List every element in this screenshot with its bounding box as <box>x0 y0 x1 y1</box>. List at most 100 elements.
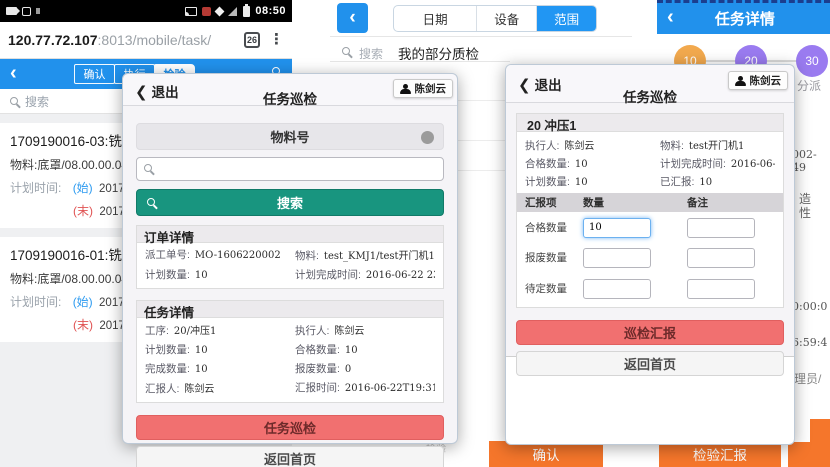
user-name: 陈剑云 <box>415 81 447 96</box>
overflow-menu-icon[interactable]: ⋮ <box>269 32 284 48</box>
task-inspection-button[interactable]: 任务巡检 <box>136 415 444 440</box>
background-text-fragment: 0:00:0 <box>792 300 827 313</box>
videocam-icon <box>6 7 17 15</box>
plan-time-label: 计划时间: <box>10 295 61 309</box>
search-icon[interactable] <box>342 47 350 55</box>
table-row: 合格数量 <box>517 212 783 243</box>
back-icon[interactable]: ‹ <box>10 63 17 83</box>
scrap-note-input[interactable] <box>687 248 755 268</box>
step-caption: 分派 <box>797 77 821 94</box>
search-button[interactable]: 搜索 <box>136 189 444 216</box>
field-value: 10 <box>195 364 208 375</box>
field-value: 10 <box>195 345 208 356</box>
column-header: 汇报项 <box>525 195 583 210</box>
material-search-input[interactable] <box>136 157 444 181</box>
field-label: 计划完成时间: <box>660 158 726 170</box>
qualified-quantity-input[interactable] <box>583 218 651 238</box>
search-icon <box>147 198 155 206</box>
page-title: 任务详情 <box>715 8 789 29</box>
field-label: 计划完成时间: <box>295 269 361 281</box>
row-label: 待定数量 <box>525 281 583 296</box>
right-app-header: ‹ 任务详情 <box>657 0 830 34</box>
vpn-icon <box>215 6 225 16</box>
filter-option-my-partial-inspection[interactable]: 我的部分质检 <box>398 43 479 63</box>
field-label: 物料: <box>295 250 319 262</box>
start-tag: (始) <box>73 181 93 195</box>
scrap-quantity-input[interactable] <box>583 248 651 268</box>
tab-confirm[interactable]: 确认 <box>74 64 115 84</box>
pending-note-input[interactable] <box>687 279 755 299</box>
field-label: 合格数量: <box>525 158 570 170</box>
end-tag: (末) <box>73 204 93 218</box>
inspection-report-button[interactable]: 巡检汇报 <box>516 320 784 345</box>
background-text-fragment: 002-49 <box>792 148 830 174</box>
screenshot-canvas: 08:50 120.77.72.107 :8013/mobile/task/ 2… <box>0 0 830 467</box>
qualified-note-input[interactable] <box>687 218 755 238</box>
url-host[interactable]: 120.77.72.107 <box>8 32 98 48</box>
partial-orange-button[interactable] <box>788 442 830 467</box>
field-value: 2016-06-22 <box>731 159 775 170</box>
field-value: 2016-06-22T19:31:38 <box>345 383 435 394</box>
workflow-step-30[interactable]: 30 <box>796 45 828 77</box>
field-value: MO-1606220002 <box>195 250 281 261</box>
divider <box>330 36 632 37</box>
status-time: 08:50 <box>255 5 286 17</box>
task-inspection-dialog: ❮退出 任务巡检 陈剑云 物料号 搜索 订单详情 <box>122 73 458 444</box>
search-placeholder: 搜索 <box>25 93 49 110</box>
notification-icon <box>36 8 40 14</box>
field-label: 执行人: <box>295 325 329 337</box>
column-header: 数量 <box>583 195 687 210</box>
report-table-header: 汇报项 数量 备注 <box>517 193 783 212</box>
field-value: test开门机1 <box>689 141 744 152</box>
field-label: 执行人: <box>525 140 559 152</box>
browser-url-bar[interactable]: 120.77.72.107 :8013/mobile/task/ 26 ⋮ <box>0 22 292 59</box>
field-label: 汇报时间: <box>295 382 340 394</box>
dialog-header: ❮退出 任务巡检 陈剑云 <box>506 65 794 103</box>
field-value: test_KMJ1/test开门机1 <box>324 251 435 262</box>
inspection-report-dialog: ❮退出 任务巡检 陈剑云 20 冲压1 执行人:陈剑云 物料:test开门机1 … <box>505 64 795 445</box>
return-home-button[interactable]: 返回首页 <box>516 351 784 376</box>
signal-icon <box>228 7 237 16</box>
field-label: 计划数量: <box>145 344 190 356</box>
divider <box>330 61 510 62</box>
android-status-bar: 08:50 <box>0 0 292 22</box>
field-label: 物料: <box>660 140 684 152</box>
user-name: 陈剑云 <box>750 73 782 88</box>
field-value: 0 <box>345 364 351 375</box>
back-icon[interactable]: ‹ <box>667 7 674 27</box>
search-icon <box>144 164 152 172</box>
field-value: 10 <box>699 177 712 188</box>
operation-card: 20 冲压1 执行人:陈剑云 物料:test开门机1 合格数量:10 计划完成时… <box>516 113 784 308</box>
tab-device[interactable]: 设备 <box>477 6 537 31</box>
battery-icon <box>243 6 250 17</box>
section-title: 任务详情 <box>137 301 443 318</box>
background-text-fragment: 6:59:4 <box>792 336 827 349</box>
field-label: 已汇报: <box>660 176 694 188</box>
field-label: 计划数量: <box>145 269 190 281</box>
tab-date[interactable]: 日期 <box>394 6 477 31</box>
tab-scope[interactable]: 范围 <box>537 6 596 31</box>
column-header: 备注 <box>687 195 775 210</box>
field-label: 完成数量: <box>145 363 190 375</box>
search-placeholder[interactable]: 搜索 <box>359 45 383 62</box>
background-text-fragment: 性 <box>799 204 811 221</box>
back-button[interactable]: ‹ <box>337 3 368 33</box>
section-title: 20 冲压1 <box>517 114 783 132</box>
user-button[interactable]: 陈剑云 <box>393 79 454 98</box>
field-value: 陈剑云 <box>184 384 214 395</box>
field-label: 合格数量: <box>295 344 340 356</box>
field-label: 计划数量: <box>525 176 570 188</box>
person-icon <box>400 84 411 94</box>
tab-count-button[interactable]: 26 <box>244 32 260 48</box>
start-tag: (始) <box>73 295 93 309</box>
material-number-selector[interactable]: 物料号 <box>136 123 444 150</box>
end-tag: (末) <box>73 318 93 332</box>
return-home-button[interactable]: 返回首页 <box>136 446 444 467</box>
field-label: 派工单号: <box>145 249 190 261</box>
field-value: 20/冲压1 <box>174 326 216 337</box>
url-path[interactable]: :8013/mobile/task/ <box>98 32 212 48</box>
filter-tabs: 日期 设备 范围 <box>393 5 597 32</box>
user-button[interactable]: 陈剑云 <box>728 71 789 90</box>
pending-quantity-input[interactable] <box>583 279 651 299</box>
row-label: 合格数量 <box>525 220 583 235</box>
